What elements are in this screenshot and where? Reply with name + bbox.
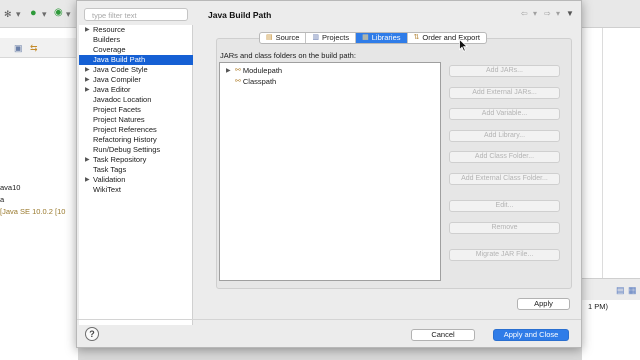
tree-item-task-repository[interactable]: ▶ Task Repository [79,155,193,165]
coverage-icon[interactable]: ◉ [54,8,63,18]
library-container-icon: ⚯ [235,67,241,74]
tab-source[interactable]: ▤ Source [260,33,307,43]
migrate-jar-button[interactable]: Migrate JAR File... [449,249,560,261]
build-path-list[interactable]: ▶ ⚯ Modulepath ⚯ Classpath [219,62,441,281]
tree-item-resource[interactable]: ▶ Resource [79,25,193,35]
properties-tree: ▶ Resource Builders Coverage Java Build P… [79,25,193,325]
source-folder-icon: ▤ [266,34,273,41]
tree-item-run-debug-settings[interactable]: Run/Debug Settings [79,145,193,155]
view-menu-icon[interactable]: ▼ [566,9,574,18]
ide-divider [602,28,603,278]
expand-arrow-icon[interactable]: ▶ [85,65,90,75]
tree-item-java-editor[interactable]: ▶ Java Editor [79,85,193,95]
display-icon[interactable]: ▦ [628,285,637,295]
add-variable-button[interactable]: Add Variable... [449,108,560,120]
tree-item-wikitext[interactable]: WikiText [79,185,193,195]
tree-item-java-compiler[interactable]: ▶ Java Compiler [79,75,193,85]
debug-icon[interactable]: ✻ [4,9,12,19]
properties-dialog: type filter text ▶ Resource Builders Cove… [76,0,582,348]
back-arrow-icon[interactable]: ⇦ [521,9,528,18]
jars-label: JARs and class folders on the build path… [220,51,356,60]
expand-arrow-icon[interactable]: ▶ [85,175,90,185]
tab-libraries[interactable]: ▦ Libraries [356,33,408,43]
tree-item-project-natures[interactable]: Project Natures [79,115,193,125]
tree-item-project-references[interactable]: Project References [79,125,193,135]
tree-item-validation[interactable]: ▶ Validation [79,175,193,185]
forward-arrow-icon[interactable]: ⇨ [544,9,551,18]
tree-item-task-tags[interactable]: Task Tags [79,165,193,175]
filter-input[interactable]: type filter text [84,8,188,21]
add-jars-button[interactable]: Add JARs... [449,65,560,77]
expand-arrow-icon[interactable]: ▶ [85,85,90,95]
expand-arrow-icon[interactable]: ▶ [85,25,90,35]
ide-console-toolbar: ▤ ▦ [582,278,640,300]
tab-projects[interactable]: ▥ Projects [306,33,357,43]
apply-and-close-button[interactable]: Apply and Close [493,329,569,341]
ide-toolbar-right [582,0,640,28]
build-path-tabs: ▤ Source ▥ Projects ▦ Libraries ⇅ Order and … [259,32,487,44]
tree-item-java-code-style[interactable]: ▶ Java Code Style [79,65,193,75]
apply-button[interactable]: Apply [517,298,570,310]
cancel-button[interactable]: Cancel [411,329,475,341]
chevron-down-icon[interactable]: ▾ [66,9,71,19]
project-explorer-text: a [0,195,5,204]
add-class-folder-button[interactable]: Add Class Folder... [449,151,560,163]
console-icon[interactable]: ▤ [616,285,625,295]
expand-arrow-icon[interactable]: ▶ [226,66,233,76]
libraries-icon: ▦ [362,34,369,41]
ide-view-toolbar: ▣ ⇆ [0,38,78,58]
page-title: Java Build Path [208,10,272,20]
help-icon[interactable]: ? [85,327,99,341]
footer-divider [77,319,581,320]
list-item-modulepath[interactable]: ▶ ⚯ Modulepath [226,66,282,76]
remove-button[interactable]: Remove [449,222,560,234]
ide-toolbar: ✻ ▾ ● ▾ ◉ ▾ [0,0,78,28]
console-timestamp: 1 PM) [588,302,609,311]
collapse-all-icon[interactable]: ▣ [14,43,23,53]
chevron-down-icon[interactable]: ▾ [42,9,47,19]
chevron-down-icon[interactable]: ▾ [533,9,537,18]
tree-item-java-build-path[interactable]: Java Build Path [79,55,193,65]
jre-library-text: [Java SE 10.0.2 [10 [0,207,66,216]
library-container-icon: ⚯ [235,78,241,85]
chevron-down-icon[interactable]: ▾ [556,9,560,18]
project-explorer-text: ava10 [0,183,21,192]
tree-item-project-facets[interactable]: Project Facets [79,105,193,115]
projects-icon: ▥ [312,34,320,41]
tree-item-javadoc-location[interactable]: Javadoc Location [79,95,193,105]
ide-left-background: ✻ ▾ ● ▾ ◉ ▾ ▣ ⇆ ava10 a [Java SE 10.0.2 … [0,0,78,360]
edit-button[interactable]: Edit... [449,200,560,212]
add-external-jars-button[interactable]: Add External JARs... [449,87,560,99]
tree-item-coverage[interactable]: Coverage [79,45,193,55]
run-icon[interactable]: ● [30,8,37,19]
order-export-icon: ⇅ [413,34,420,41]
list-item-classpath[interactable]: ⚯ Classpath [226,77,276,87]
link-editor-icon[interactable]: ⇆ [30,43,38,53]
add-external-class-folder-button[interactable]: Add External Class Folder... [449,173,560,185]
expand-arrow-icon[interactable]: ▶ [85,75,90,85]
tree-item-refactoring-history[interactable]: Refactoring History [79,135,193,145]
expand-arrow-icon[interactable]: ▶ [85,155,90,165]
ide-right-background: ▤ ▦ 1 PM) [582,0,640,360]
tab-order-and-export[interactable]: ⇅ Order and Export [408,33,486,43]
chevron-down-icon[interactable]: ▾ [16,9,21,19]
tree-item-builders[interactable]: Builders [79,35,193,45]
add-library-button[interactable]: Add Library... [449,130,560,142]
